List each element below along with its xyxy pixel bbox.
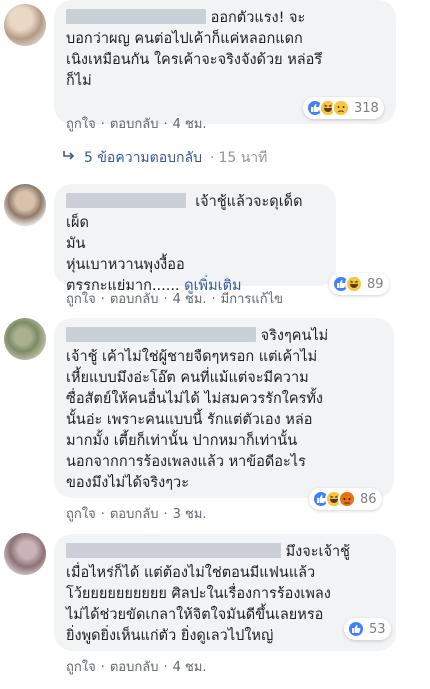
reply-link[interactable]: ตอบกลับ [110, 660, 159, 675]
avatar[interactable] [4, 184, 46, 226]
redacted-author-name [66, 543, 281, 558]
reaction-count: 89 [367, 276, 384, 292]
comment-text-line: เจ้าชู้ เค้าไม่ใช่ผู้ชายจืดๆหรอก แต่เค้า… [66, 349, 318, 365]
like-link[interactable]: ถูกใจ [66, 660, 96, 675]
comment-actions: ถูกใจ · ตอบกลับ · 4 ชม. [66, 117, 207, 132]
comment-text-line: มากมั้ง เตี้ยก็เท่านั้น ปากหมาก็เท่านั้น [66, 433, 298, 449]
comment-text-line: เมื่อไหร่ก็ได้ แต่ต้องไม่ใช่ตอนมีแฟนแล้ว [66, 565, 316, 581]
reactions-summary[interactable]: 53 [344, 618, 391, 640]
reaction-count: 318 [354, 100, 379, 116]
edited-label[interactable]: มีการแก้ไข [221, 292, 283, 307]
comment-actions: ถูกใจ · ตอบกลับ · 3 ชม. [66, 507, 207, 522]
avatar[interactable] [4, 318, 46, 360]
dot-separator: · [209, 150, 215, 166]
redacted-author-name [66, 193, 186, 208]
comment-text-line: ออกตัวแรง! จะ [210, 10, 306, 26]
like-link[interactable]: ถูกใจ [66, 292, 96, 307]
comment-text-line: มึงจะเจ้าชู้ [285, 544, 350, 560]
angry-icon [338, 490, 356, 508]
comment-text-line: ยิ่งพูดยิ่งเห็นแก่ตัว ยิ่งดูเลวไปใหญ่ [66, 628, 274, 644]
comment-text-line: จริงๆคนไม่ [260, 328, 329, 344]
timestamp[interactable]: 3 ชม. [173, 507, 207, 522]
comment-text-line: บอกว่าผญ คนต่อไปเค้าก็แค่หลอกแดก [66, 31, 303, 47]
reply-link[interactable]: ตอบกลับ [110, 292, 159, 307]
reply-link[interactable]: ตอบกลับ [110, 507, 159, 522]
reply-arrow-icon [62, 150, 76, 166]
comment-text-line: เนิงเหมือนกัน ใครเค้าจะจริงจังด้วย หล่อร… [66, 52, 323, 68]
comment-text-line: ก็ไม่ [66, 73, 92, 89]
like-icon [347, 620, 365, 638]
replies-time: 15 นาที [218, 150, 268, 166]
reactions-summary[interactable]: 89 [329, 273, 389, 295]
redacted-author-name [66, 9, 206, 24]
reaction-count: 53 [369, 621, 386, 637]
haha-icon [345, 275, 363, 293]
comment-text-line: โว้ยยยยยยยยยย ศิลปะในเรื่องการร้องเพลง [66, 586, 331, 602]
comment-text-line: หุ่นเบาหวานพุงงื้ออ [66, 257, 185, 273]
comment-text-line: มัน [66, 236, 86, 252]
comment-actions: ถูกใจ · ตอบกลับ · 4 ชม. · มีการแก้ไข [66, 292, 284, 307]
timestamp[interactable]: 4 ชม. [173, 292, 207, 307]
sad-icon [332, 99, 350, 117]
reactions-summary[interactable]: 86 [309, 488, 382, 510]
reaction-count: 86 [360, 491, 377, 507]
view-replies-link[interactable]: 5 ข้อความตอบกลับ · 15 นาที [62, 147, 267, 169]
like-link[interactable]: ถูกใจ [66, 507, 96, 522]
comment-text-line: เหี้ยแบบมึงอ่ะโอ๊ต คนที่แม้แต่จะมีความ [66, 370, 309, 386]
comment-bubble: เจ้าชู้แล้วจะดุเด็ดเผ็ด มัน หุ่นเบาหวานพ… [54, 184, 336, 294]
like-link[interactable]: ถูกใจ [66, 117, 96, 132]
redacted-author-name [66, 327, 256, 342]
comment-text-line: ซื่อสัตย์ให้คนอื่นไม่ได้ ไม่สมควรรักใครท… [66, 391, 324, 407]
timestamp[interactable]: 4 ชม. [173, 660, 207, 675]
comment-actions: ถูกใจ · ตอบกลับ · 4 ชม. [66, 660, 207, 675]
reply-link[interactable]: ตอบกลับ [110, 117, 159, 132]
avatar[interactable] [4, 533, 46, 575]
reactions-summary[interactable]: 318 [303, 97, 384, 119]
comment-bubble: จริงๆคนไม่ เจ้าชู้ เค้าไม่ใช่ผู้ชายจืดๆห… [54, 318, 394, 498]
comment-text-line: ไม่ได้ช่วยขัดเกลาให้จิตใจมันดีขึ้นเลยหรอ [66, 607, 324, 623]
avatar[interactable] [4, 4, 46, 46]
comment-text-line: นอกจากการร้องเพลงแล้ว หาข้อดีอะไร [66, 454, 306, 470]
timestamp[interactable]: 4 ชม. [173, 117, 207, 132]
comment-text-line: นั้นอ่ะ เพราะคนแบบนี้ รักแต่ตัวเอง หล่อ [66, 412, 313, 428]
replies-count[interactable]: 5 ข้อความตอบกลับ [84, 147, 202, 169]
